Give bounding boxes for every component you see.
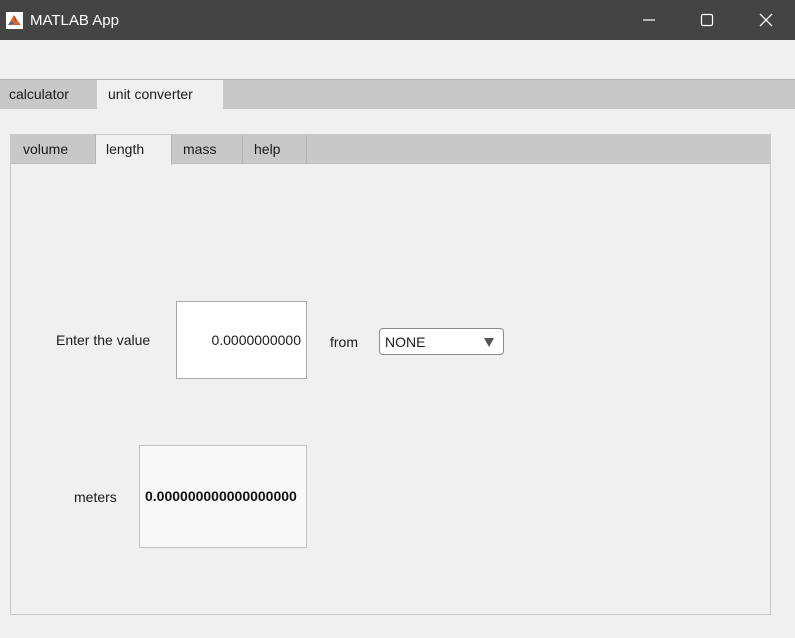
from-unit-dropdown[interactable]: NONE xyxy=(379,328,504,355)
maximize-icon xyxy=(700,13,714,27)
tab-unit-converter[interactable]: unit converter xyxy=(97,80,223,110)
window-title: MATLAB App xyxy=(30,12,119,29)
tab-length[interactable]: length xyxy=(96,135,172,165)
minimize-button[interactable] xyxy=(620,0,678,40)
tab-help[interactable]: help xyxy=(243,135,307,164)
from-unit-value: NONE xyxy=(385,334,426,350)
close-button[interactable] xyxy=(737,0,795,40)
enter-value-label: Enter the value xyxy=(56,332,151,348)
minimize-icon xyxy=(643,19,655,21)
tab-calculator[interactable]: calculator xyxy=(0,80,96,109)
matlab-logo-icon xyxy=(6,12,23,29)
meters-label: meters xyxy=(74,489,117,505)
inner-tab-strip: volume length mass help xyxy=(11,135,770,165)
maximize-button[interactable] xyxy=(678,0,736,40)
close-icon xyxy=(759,13,773,27)
title-bar: MATLAB App xyxy=(0,0,795,40)
unit-converter-panel: volume length mass help xyxy=(10,134,771,615)
from-label: from xyxy=(330,334,358,350)
tab-volume[interactable]: volume xyxy=(11,135,96,164)
value-input[interactable]: 0.0000000000 xyxy=(176,301,307,379)
tab-mass[interactable]: mass xyxy=(172,135,243,164)
meters-result-field: 0.000000000000000000 xyxy=(139,445,307,548)
outer-tab-strip: calculator unit converter xyxy=(0,79,795,110)
dropdown-arrow-icon xyxy=(484,338,494,347)
